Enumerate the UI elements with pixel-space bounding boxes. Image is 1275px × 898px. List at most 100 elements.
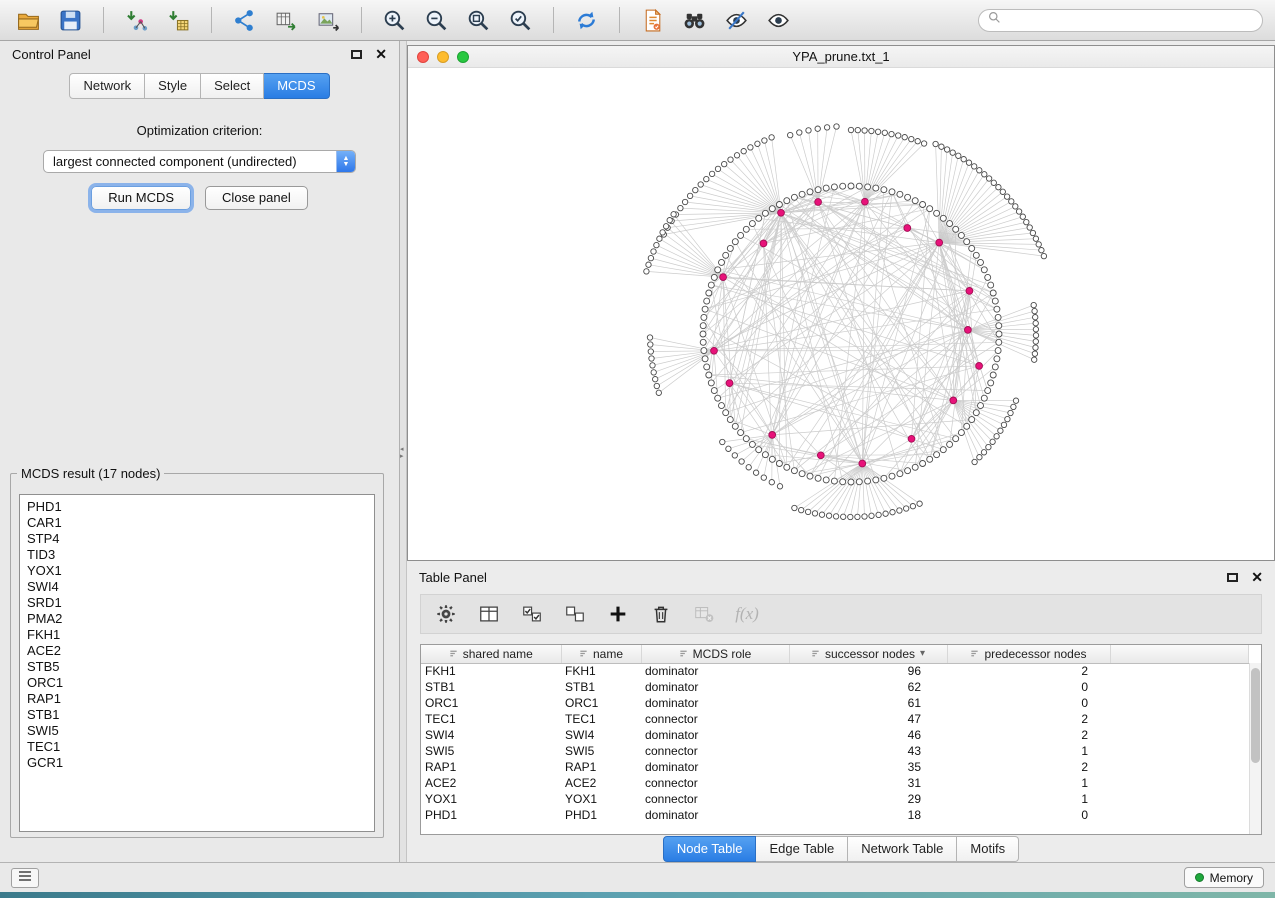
leaf-node[interactable]: [649, 356, 654, 361]
leaf-node[interactable]: [1011, 404, 1016, 409]
leaf-node[interactable]: [1036, 242, 1041, 247]
leaf-node[interactable]: [687, 193, 692, 198]
leaf-node[interactable]: [1033, 321, 1038, 326]
leaf-node[interactable]: [709, 171, 714, 176]
ring-node[interactable]: [905, 194, 911, 200]
mcds-result-item[interactable]: PMA2: [27, 611, 374, 627]
ring-node[interactable]: [776, 202, 782, 208]
export-table-button[interactable]: [270, 5, 303, 35]
mcds-result-item[interactable]: ACE2: [27, 643, 374, 659]
ring-node[interactable]: [856, 479, 862, 485]
tab-select[interactable]: Select: [201, 73, 264, 99]
ring-node[interactable]: [958, 430, 964, 436]
run-mcds-button[interactable]: Run MCDS: [91, 186, 191, 210]
ring-node[interactable]: [711, 388, 717, 394]
ring-node[interactable]: [799, 471, 805, 477]
ring-node[interactable]: [994, 306, 1000, 312]
leaf-node[interactable]: [826, 513, 831, 518]
leaf-node[interactable]: [1013, 204, 1018, 209]
ring-node[interactable]: [700, 331, 706, 337]
leaf-node[interactable]: [855, 127, 860, 132]
mcds-result-item[interactable]: CAR1: [27, 515, 374, 531]
ring-node[interactable]: [920, 461, 926, 467]
ring-node[interactable]: [711, 274, 717, 280]
ring-node[interactable]: [940, 447, 946, 453]
ring-node[interactable]: [927, 206, 933, 212]
ring-node[interactable]: [702, 356, 708, 362]
show-all-button[interactable]: [762, 5, 795, 35]
ring-node[interactable]: [732, 423, 738, 429]
ring-node[interactable]: [723, 252, 729, 258]
leaf-node[interactable]: [897, 508, 902, 513]
mcds-result-item[interactable]: STB1: [27, 707, 374, 723]
leaf-node[interactable]: [876, 512, 881, 517]
leaf-node[interactable]: [1008, 410, 1013, 415]
ring-node[interactable]: [708, 282, 714, 288]
ring-node[interactable]: [791, 468, 797, 474]
import-table-button[interactable]: [162, 5, 195, 35]
splitter-collapse-icon[interactable]: ◂▸: [400, 446, 404, 460]
ring-node[interactable]: [996, 331, 1002, 337]
leaf-node[interactable]: [1033, 345, 1038, 350]
tab-node-table[interactable]: Node Table: [663, 836, 757, 862]
ring-node[interactable]: [769, 206, 775, 212]
leaf-node[interactable]: [1033, 315, 1038, 320]
leaf-node[interactable]: [748, 145, 753, 150]
mcds-result-item[interactable]: RAP1: [27, 691, 374, 707]
leaf-node[interactable]: [875, 129, 880, 134]
deselect-all-button[interactable]: [562, 601, 588, 627]
ring-node[interactable]: [912, 464, 918, 470]
leaf-node[interactable]: [648, 255, 653, 260]
ring-node[interactable]: [749, 221, 755, 227]
leaf-node[interactable]: [656, 390, 661, 395]
ring-node[interactable]: [727, 245, 733, 251]
mcds-result-item[interactable]: TID3: [27, 547, 374, 563]
leaf-node[interactable]: [726, 446, 731, 451]
float-panel-icon[interactable]: [351, 50, 362, 59]
ring-node[interactable]: [992, 298, 998, 304]
ring-node[interactable]: [953, 436, 959, 442]
ring-node[interactable]: [719, 403, 725, 409]
leaf-node[interactable]: [986, 176, 991, 181]
close-table-panel-icon[interactable]: ✕: [1251, 571, 1263, 583]
dominator-node[interactable]: [862, 198, 869, 205]
zoom-out-button[interactable]: [420, 5, 453, 35]
leaf-node[interactable]: [815, 126, 820, 131]
ring-node[interactable]: [978, 403, 984, 409]
close-panel-icon[interactable]: ✕: [375, 48, 387, 60]
leaf-node[interactable]: [1031, 302, 1036, 307]
leaf-node[interactable]: [902, 135, 907, 140]
ring-node[interactable]: [947, 221, 953, 227]
ring-node[interactable]: [700, 339, 706, 345]
ring-node[interactable]: [743, 436, 749, 442]
dominator-node[interactable]: [904, 225, 911, 232]
leaf-node[interactable]: [746, 465, 751, 470]
leaf-node[interactable]: [753, 470, 758, 475]
leaf-node[interactable]: [1020, 214, 1025, 219]
leaf-node[interactable]: [1032, 308, 1037, 313]
refresh-button[interactable]: [570, 5, 603, 35]
ring-node[interactable]: [905, 468, 911, 474]
ring-node[interactable]: [881, 187, 887, 193]
leaf-node[interactable]: [761, 475, 766, 480]
panel-splitter[interactable]: ◂▸: [400, 41, 407, 862]
leaf-node[interactable]: [966, 160, 971, 165]
leaf-node[interactable]: [1004, 194, 1009, 199]
first-neighbors-button[interactable]: [678, 5, 711, 35]
dominator-node[interactable]: [726, 380, 733, 387]
dominator-node[interactable]: [711, 347, 718, 354]
leaf-node[interactable]: [1005, 416, 1010, 421]
ring-node[interactable]: [762, 452, 768, 458]
leaf-node[interactable]: [950, 150, 955, 155]
ring-node[interactable]: [749, 441, 755, 447]
ring-node[interactable]: [934, 452, 940, 458]
leaf-node[interactable]: [869, 128, 874, 133]
ring-node[interactable]: [831, 184, 837, 190]
table-row[interactable]: YOX1YOX1connector291: [421, 791, 1249, 807]
mcds-result-item[interactable]: PHD1: [27, 499, 374, 515]
ring-node[interactable]: [823, 185, 829, 191]
leaf-node[interactable]: [862, 514, 867, 519]
leaf-node[interactable]: [848, 127, 853, 132]
leaf-node[interactable]: [648, 349, 653, 354]
leaf-node[interactable]: [648, 342, 653, 347]
